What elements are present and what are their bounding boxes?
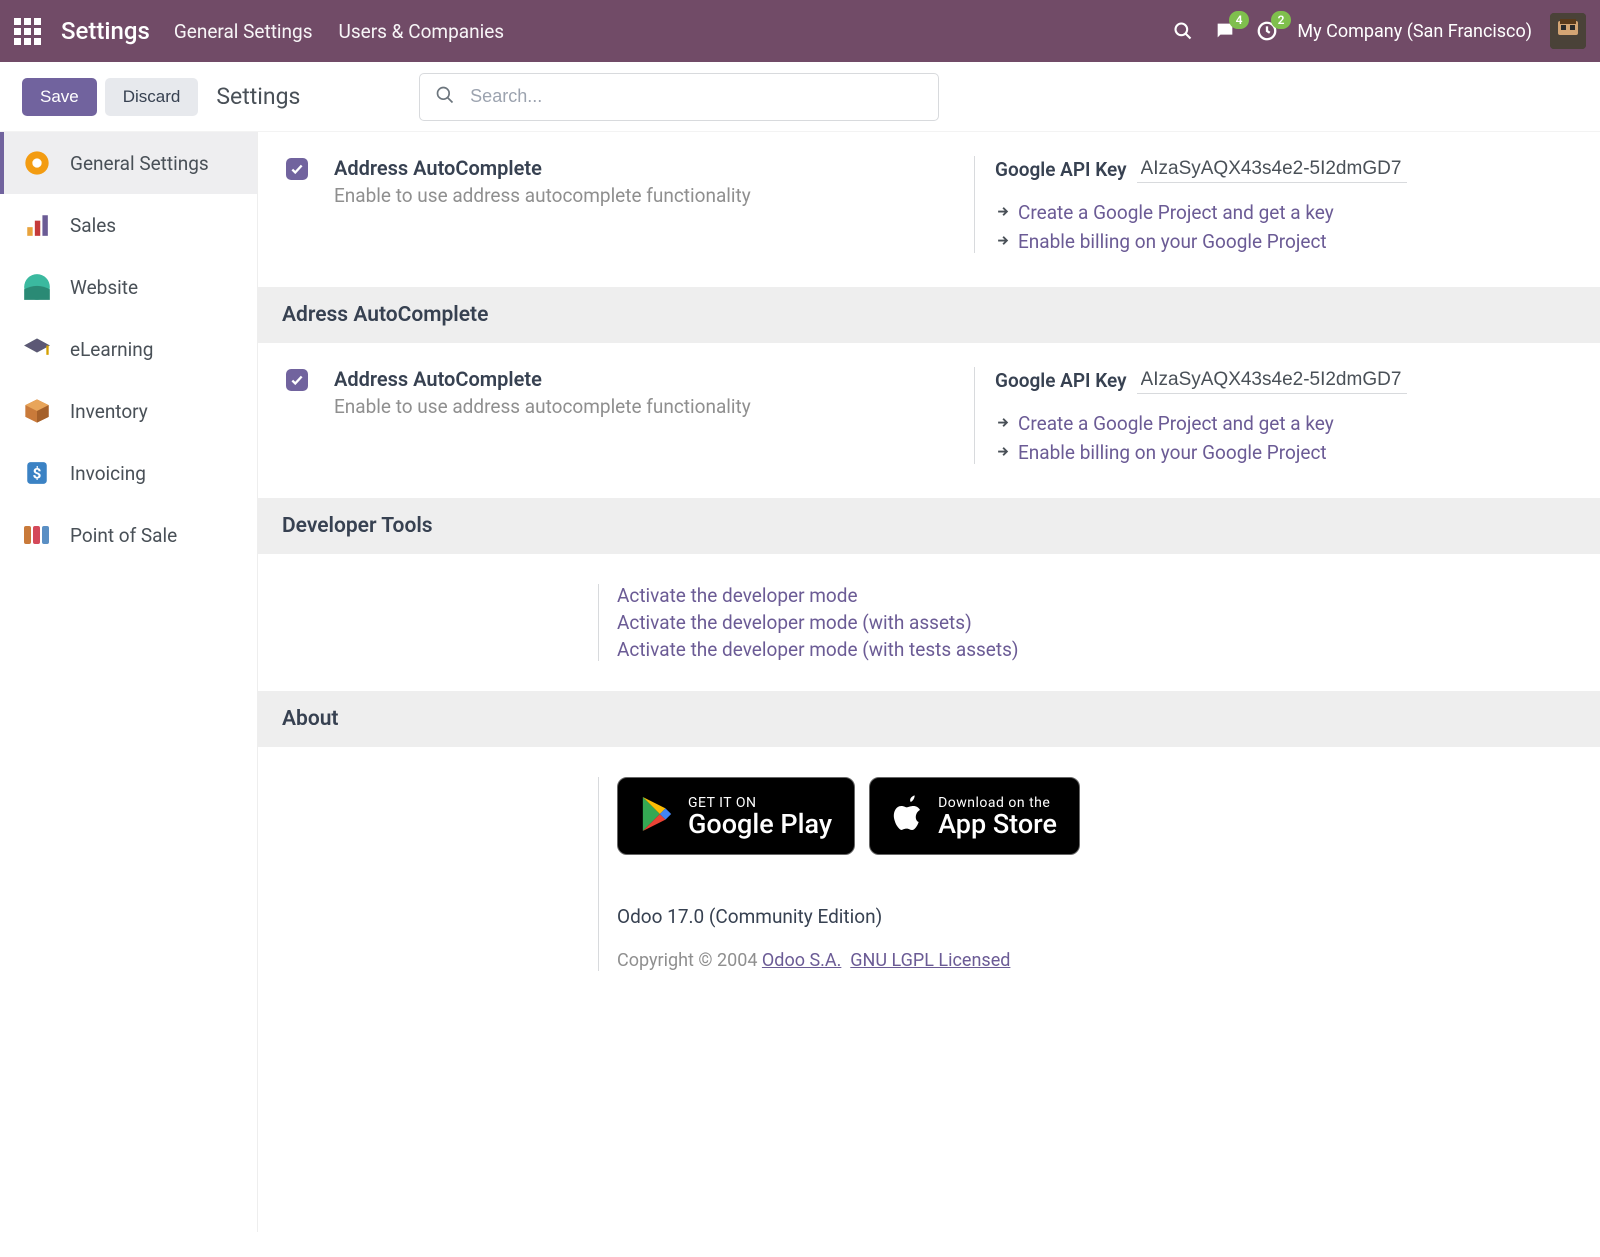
google-api-key-label: Google API Key xyxy=(995,369,1127,392)
gear-icon xyxy=(22,148,52,178)
navbar: Settings General Settings Users & Compan… xyxy=(0,0,1600,62)
nav-general-settings[interactable]: General Settings xyxy=(174,20,313,43)
setting-description: Enable to use address autocomplete funct… xyxy=(334,395,974,418)
graduation-icon xyxy=(22,334,52,364)
google-api-key-label: Google API Key xyxy=(995,158,1127,181)
sidebar-item-label: eLearning xyxy=(70,338,153,361)
link-activate-developer-mode-assets[interactable]: Activate the developer mode (with assets… xyxy=(617,611,1600,634)
link-license[interactable]: GNU LGPL Licensed xyxy=(850,950,1010,971)
google-api-key-input-1[interactable] xyxy=(1137,156,1407,183)
app-store-label: App Store xyxy=(938,811,1057,838)
discard-button[interactable]: Discard xyxy=(105,78,199,116)
google-play-badge[interactable]: GET IT ON Google Play xyxy=(617,777,855,855)
sidebar-item-pos[interactable]: Point of Sale xyxy=(0,504,257,566)
checkbox-address-autocomplete-1[interactable] xyxy=(286,158,308,180)
odoo-version: Odoo 17.0 (Community Edition) xyxy=(617,905,1600,928)
setting-description: Enable to use address autocomplete funct… xyxy=(334,184,974,207)
settings-sidebar: General Settings Sales Website eLearning… xyxy=(0,132,258,1232)
box-icon xyxy=(22,396,52,426)
app-store-badge[interactable]: Download on the App Store xyxy=(869,777,1080,855)
sidebar-item-label: Inventory xyxy=(70,400,148,423)
globe-icon xyxy=(22,272,52,302)
apps-menu-icon[interactable] xyxy=(14,18,41,45)
search-input-icon xyxy=(435,85,455,109)
link-enable-billing-1[interactable]: Enable billing on your Google Project xyxy=(1018,230,1327,253)
setting-title: Address AutoComplete xyxy=(334,367,974,391)
save-button[interactable]: Save xyxy=(22,78,97,116)
nav-users-companies[interactable]: Users & Companies xyxy=(339,20,505,43)
apple-icon xyxy=(892,795,924,837)
sidebar-item-label: Website xyxy=(70,276,138,299)
google-play-icon xyxy=(640,795,674,837)
sidebar-item-website[interactable]: Website xyxy=(0,256,257,318)
arrow-right-icon xyxy=(995,201,1010,224)
checkbox-address-autocomplete-2[interactable] xyxy=(286,369,308,391)
section-developer-tools: Developer Tools xyxy=(258,498,1600,554)
link-create-google-project-1[interactable]: Create a Google Project and get a key xyxy=(1018,201,1334,224)
arrow-right-icon xyxy=(995,230,1010,253)
arrow-right-icon xyxy=(995,412,1010,435)
company-selector[interactable]: My Company (San Francisco) xyxy=(1297,21,1532,42)
pos-icon xyxy=(22,520,52,550)
messages-icon[interactable]: 4 xyxy=(1213,19,1237,43)
section-about: About xyxy=(258,691,1600,747)
sidebar-item-label: General Settings xyxy=(70,152,209,175)
page-title: Settings xyxy=(216,83,300,110)
link-enable-billing-2[interactable]: Enable billing on your Google Project xyxy=(1018,441,1327,464)
messages-badge: 4 xyxy=(1229,11,1250,29)
app-title: Settings xyxy=(61,17,150,45)
link-activate-developer-mode[interactable]: Activate the developer mode xyxy=(617,584,1600,607)
section-address-autocomplete: Adress AutoComplete xyxy=(258,287,1600,343)
google-api-key-input-2[interactable] xyxy=(1137,367,1407,394)
activities-badge: 2 xyxy=(1271,11,1292,29)
copyright-prefix: Copyright © 2004 xyxy=(617,950,762,971)
sidebar-item-invoicing[interactable]: $ Invoicing xyxy=(0,442,257,504)
copyright-line: Copyright © 2004 Odoo S.A. GNU LGPL Lice… xyxy=(617,950,1600,971)
google-play-label: Google Play xyxy=(688,811,832,838)
developer-links: Activate the developer mode Activate the… xyxy=(598,584,1600,661)
action-bar: Save Discard Settings xyxy=(0,62,1600,132)
search-icon[interactable] xyxy=(1171,19,1195,43)
activities-icon[interactable]: 2 xyxy=(1255,19,1279,43)
invoice-icon: $ xyxy=(22,458,52,488)
link-odoo-sa[interactable]: Odoo S.A. xyxy=(762,950,841,971)
link-activate-developer-mode-tests[interactable]: Activate the developer mode (with tests … xyxy=(617,638,1600,661)
search-input[interactable] xyxy=(419,73,939,121)
setting-address-autocomplete-2: Address AutoComplete Enable to use addre… xyxy=(258,343,1600,498)
sidebar-item-inventory[interactable]: Inventory xyxy=(0,380,257,442)
settings-content: Address AutoComplete Enable to use addre… xyxy=(258,132,1600,1232)
sidebar-item-label: Sales xyxy=(70,214,116,237)
sidebar-item-sales[interactable]: Sales xyxy=(0,194,257,256)
sidebar-item-general[interactable]: General Settings xyxy=(0,132,257,194)
link-create-google-project-2[interactable]: Create a Google Project and get a key xyxy=(1018,412,1334,435)
about-content: GET IT ON Google Play Download on the Ap… xyxy=(598,777,1600,971)
setting-address-autocomplete-1: Address AutoComplete Enable to use addre… xyxy=(258,132,1600,287)
setting-title: Address AutoComplete xyxy=(334,156,974,180)
user-avatar[interactable] xyxy=(1550,13,1586,49)
sidebar-item-elearning[interactable]: eLearning xyxy=(0,318,257,380)
sidebar-item-label: Point of Sale xyxy=(70,524,177,547)
arrow-right-icon xyxy=(995,441,1010,464)
chart-icon xyxy=(22,210,52,240)
sidebar-item-label: Invoicing xyxy=(70,462,146,485)
svg-text:$: $ xyxy=(33,464,42,482)
